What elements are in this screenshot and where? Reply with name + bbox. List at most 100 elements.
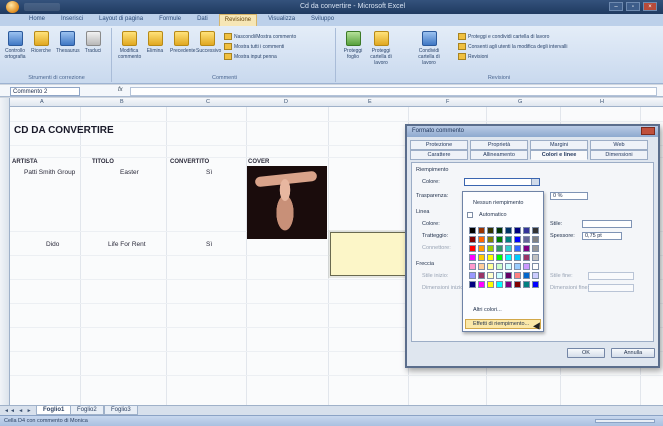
edit-comment-button[interactable]: Modifica commento <box>118 31 141 60</box>
cell-convertito[interactable]: Sì <box>206 241 212 248</box>
delete-comment-button[interactable]: Elimina <box>144 31 166 54</box>
color-swatch[interactable] <box>478 281 485 288</box>
color-swatch[interactable] <box>505 227 512 234</box>
color-swatch[interactable] <box>523 236 530 243</box>
color-swatch[interactable] <box>532 227 539 234</box>
quick-access-toolbar[interactable] <box>24 3 60 11</box>
minimize-icon[interactable]: – <box>609 2 623 11</box>
cell-artista[interactable]: Patti Smith Group <box>24 169 75 176</box>
color-swatch[interactable] <box>469 227 476 234</box>
tab-protezione[interactable]: Protezione <box>410 140 468 150</box>
protect-sheet-button[interactable]: Proteggi foglio <box>342 31 364 60</box>
tab-data[interactable]: Dati <box>192 14 213 26</box>
color-swatch[interactable] <box>469 272 476 279</box>
tab-dimensioni[interactable]: Dimensioni <box>590 150 648 160</box>
color-swatch[interactable] <box>496 272 503 279</box>
tab-formulas[interactable]: Formule <box>154 14 186 26</box>
header-artista[interactable]: ARTISTA <box>12 159 38 165</box>
cell-titolo[interactable]: Life For Rent <box>108 241 146 248</box>
column-header[interactable]: F <box>446 99 449 105</box>
color-swatch[interactable] <box>478 263 485 270</box>
color-swatch[interactable] <box>469 263 476 270</box>
color-swatch[interactable] <box>496 281 503 288</box>
color-swatch[interactable] <box>514 254 521 261</box>
transparency-input[interactable]: 0 % <box>550 192 588 200</box>
header-cover[interactable]: COVER <box>248 159 269 165</box>
header-titolo[interactable]: TITOLO <box>92 159 114 165</box>
track-changes-button[interactable]: Revisioni <box>458 53 488 60</box>
color-swatch[interactable] <box>487 281 494 288</box>
maximize-icon[interactable]: ▫ <box>626 2 640 11</box>
color-swatch[interactable] <box>496 254 503 261</box>
header-convertito[interactable]: CONVERTITO <box>170 159 209 165</box>
color-swatch[interactable] <box>514 272 521 279</box>
tab-review[interactable]: Revisione <box>218 14 258 26</box>
fill-color-combo[interactable] <box>464 178 540 186</box>
end-size-combo[interactable] <box>588 284 634 292</box>
color-swatch[interactable] <box>532 254 539 261</box>
cell-artista[interactable]: Dido <box>46 241 59 248</box>
cell-titolo[interactable]: Easter <box>120 169 139 176</box>
tab-insert[interactable]: Inserisci <box>56 14 88 26</box>
line-style-combo[interactable] <box>582 220 632 228</box>
column-header[interactable]: E <box>368 99 372 105</box>
spelling-button[interactable]: Controllo ortografia <box>4 31 26 60</box>
allow-edit-ranges-button[interactable]: Consenti agli utenti la modifica degli i… <box>458 43 568 50</box>
color-swatch[interactable] <box>505 254 512 261</box>
next-comment-button[interactable]: Successivo <box>196 31 221 54</box>
color-swatch[interactable] <box>505 281 512 288</box>
color-swatch[interactable] <box>523 245 530 252</box>
color-swatch[interactable] <box>532 245 539 252</box>
row-headers[interactable] <box>0 98 10 405</box>
color-swatch[interactable] <box>514 245 521 252</box>
color-swatch[interactable] <box>514 281 521 288</box>
column-header[interactable]: A <box>40 99 44 105</box>
formula-input[interactable] <box>130 87 657 96</box>
protect-workbook-button[interactable]: Proteggi cartella di lavoro <box>370 31 392 66</box>
column-header[interactable]: G <box>518 99 522 105</box>
color-swatch[interactable] <box>469 236 476 243</box>
no-fill-option[interactable]: Nessun riempimento <box>465 200 541 206</box>
column-header[interactable]: D <box>284 99 288 105</box>
color-swatch[interactable] <box>478 272 485 279</box>
color-swatch[interactable] <box>523 272 530 279</box>
tab-home[interactable]: Home <box>24 14 50 26</box>
cell-convertito[interactable]: Sì <box>206 169 212 176</box>
sheet-title[interactable]: CD DA CONVERTIRE <box>14 125 114 136</box>
tab-web[interactable]: Web <box>590 140 648 150</box>
protect-and-share-button[interactable]: Proteggi e condividi cartella di lavoro <box>458 33 549 40</box>
show-ink-button[interactable]: Mostra input penna <box>224 53 277 60</box>
show-all-comments-button[interactable]: Mostra tutti i commenti <box>224 43 284 50</box>
sheet-tab[interactable]: Foglio1 <box>36 406 72 415</box>
office-button-icon[interactable] <box>6 1 19 13</box>
show-hide-comment-button[interactable]: Nascondi/Mostra commento <box>224 33 296 40</box>
color-swatch[interactable] <box>487 254 494 261</box>
color-swatch[interactable] <box>496 263 503 270</box>
column-header[interactable]: B <box>120 99 124 105</box>
more-colors-option[interactable]: Altri colori... <box>465 307 541 313</box>
tab-carattere[interactable]: Carattere <box>410 150 468 160</box>
color-swatch[interactable] <box>487 272 494 279</box>
thesaurus-button[interactable]: Thesaurus <box>56 31 80 54</box>
color-swatch[interactable] <box>532 281 539 288</box>
color-swatch[interactable] <box>469 245 476 252</box>
column-header[interactable]: H <box>600 99 604 105</box>
previous-comment-button[interactable]: Precedente <box>170 31 196 54</box>
color-swatch[interactable] <box>532 236 539 243</box>
color-swatch[interactable] <box>469 254 476 261</box>
color-swatch[interactable] <box>496 236 503 243</box>
color-swatch[interactable] <box>532 263 539 270</box>
color-swatch[interactable] <box>532 272 539 279</box>
color-swatch[interactable] <box>505 245 512 252</box>
color-swatch[interactable] <box>523 254 530 261</box>
color-swatch[interactable] <box>487 245 494 252</box>
weight-input[interactable]: 0,75 pt <box>582 232 622 240</box>
album-cover-image[interactable] <box>247 166 327 239</box>
color-swatch[interactable] <box>478 254 485 261</box>
tab-margini[interactable]: Margini <box>530 140 588 150</box>
color-swatch[interactable] <box>505 272 512 279</box>
cell-comment-box[interactable] <box>330 232 410 276</box>
insert-function-icon[interactable]: fx <box>118 87 123 93</box>
color-swatch[interactable] <box>523 281 530 288</box>
column-header[interactable]: C <box>206 99 210 105</box>
